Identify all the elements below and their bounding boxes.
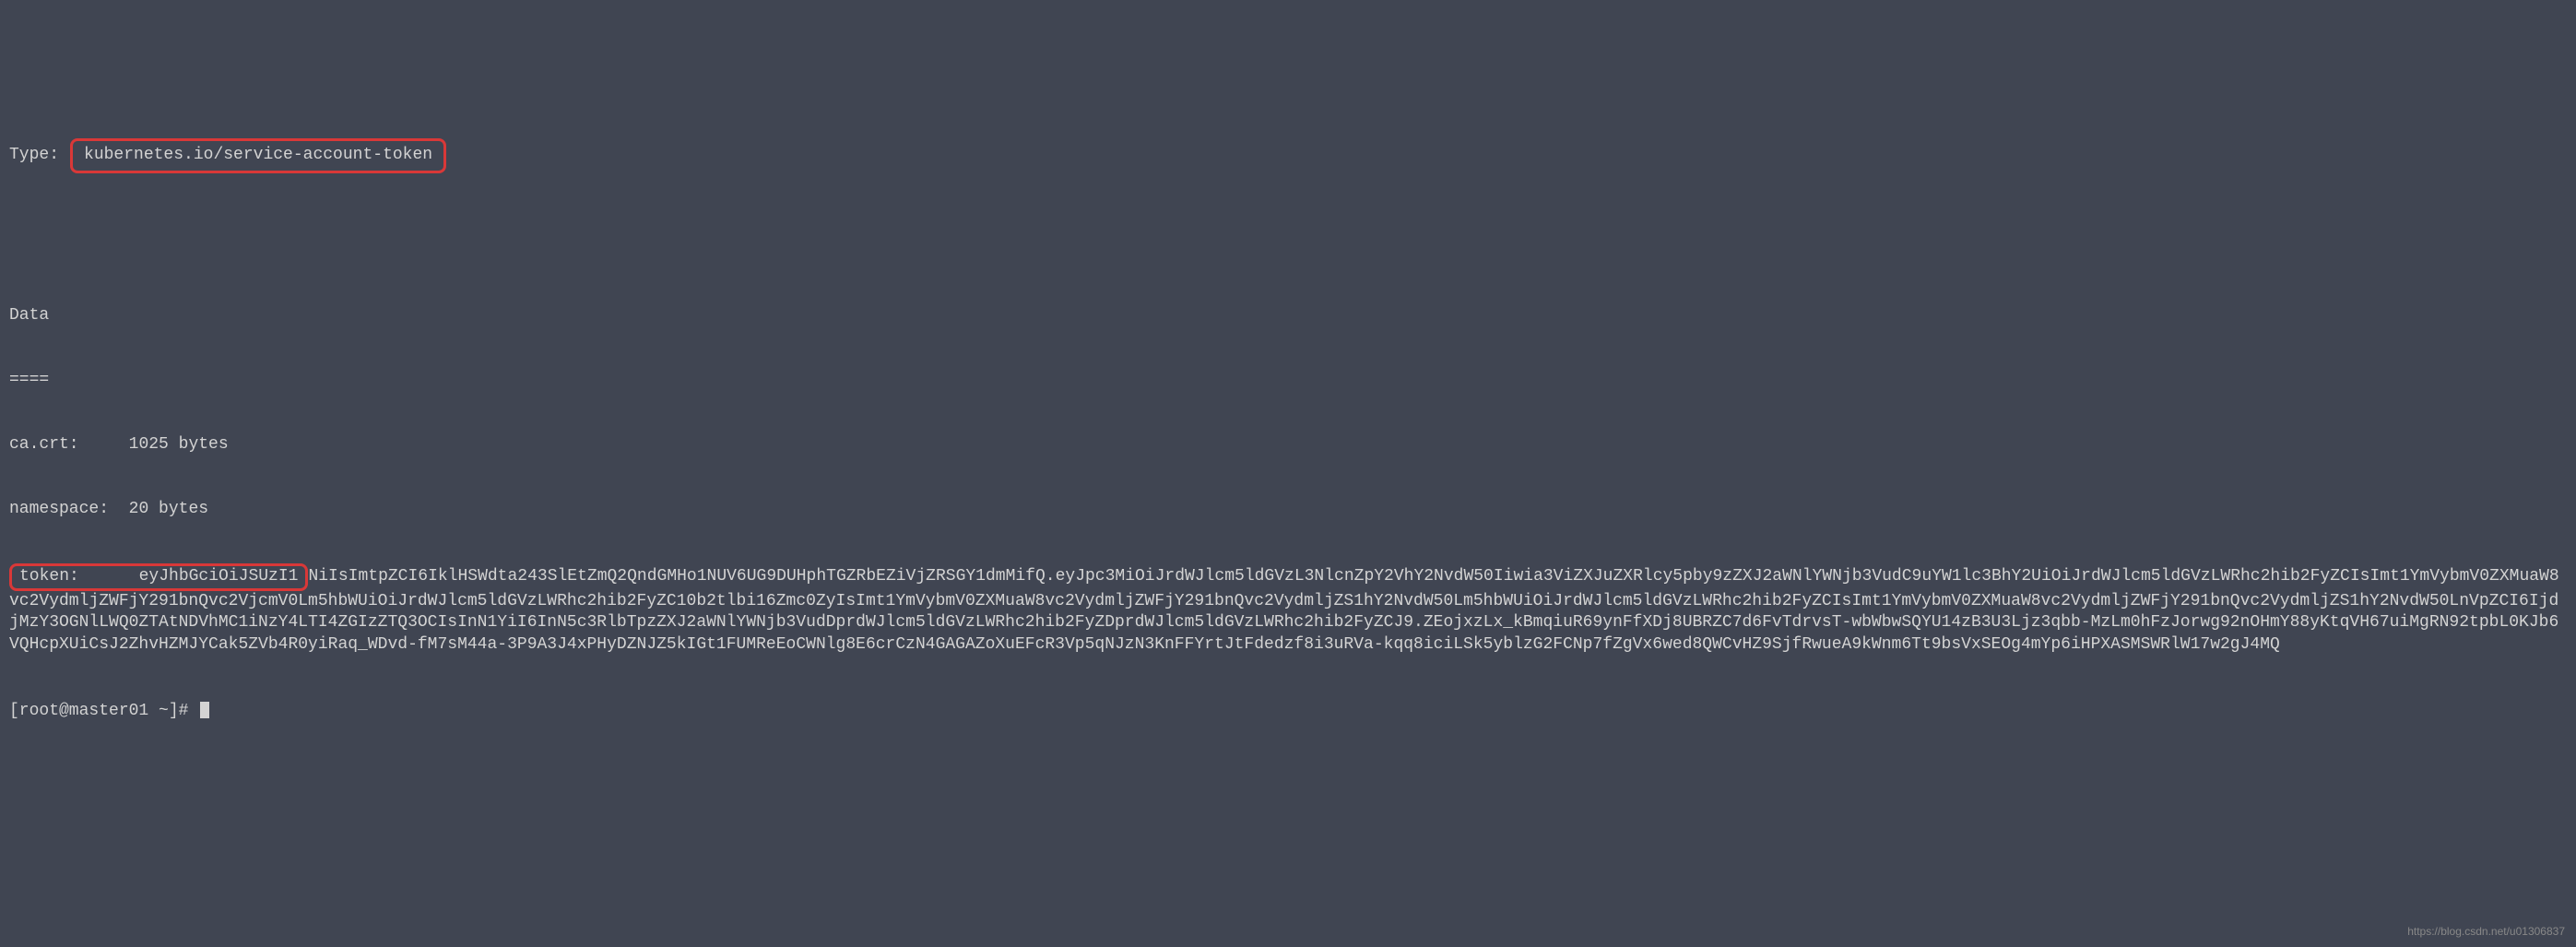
namespace-line: namespace: 20 bytes	[9, 499, 2567, 520]
ca-crt-label: ca.crt:	[9, 435, 79, 454]
type-label: Type:	[9, 145, 59, 166]
token-boxed-prefix: eyJhbGciOiJSUzI1	[139, 567, 299, 586]
ca-crt-value: 1025 bytes	[129, 435, 229, 454]
namespace-label: namespace:	[9, 500, 109, 518]
data-header: Data	[9, 305, 2567, 326]
data-section: Data ==== ca.crt: 1025 bytes namespace: …	[9, 262, 2567, 765]
token-label-highlight: token: eyJhbGciOiJSUzI1	[9, 563, 308, 590]
prompt-line: [root@master01 ~]#	[9, 701, 2567, 722]
type-line: Type: kubernetes.io/service-account-toke…	[9, 138, 2567, 172]
namespace-value: 20 bytes	[129, 500, 208, 518]
cursor-icon	[200, 702, 209, 718]
ca-crt-line: ca.crt: 1025 bytes	[9, 434, 2567, 456]
token-label: token:	[19, 567, 79, 586]
token-value: NiIsImtpZCI6IklHSWdta243SlEtZmQ2QndGMHo1…	[9, 567, 2559, 653]
terminal-output[interactable]: Type: kubernetes.io/service-account-toke…	[9, 96, 2567, 787]
shell-prompt: [root@master01 ~]#	[9, 702, 188, 720]
watermark: https://blog.csdn.net/u01306837	[2407, 925, 2565, 940]
data-separator: ====	[9, 370, 2567, 391]
token-line: token: eyJhbGciOiJSUzI1NiIsImtpZCI6IklHS…	[9, 563, 2567, 656]
type-value-highlight: kubernetes.io/service-account-token	[70, 138, 446, 172]
